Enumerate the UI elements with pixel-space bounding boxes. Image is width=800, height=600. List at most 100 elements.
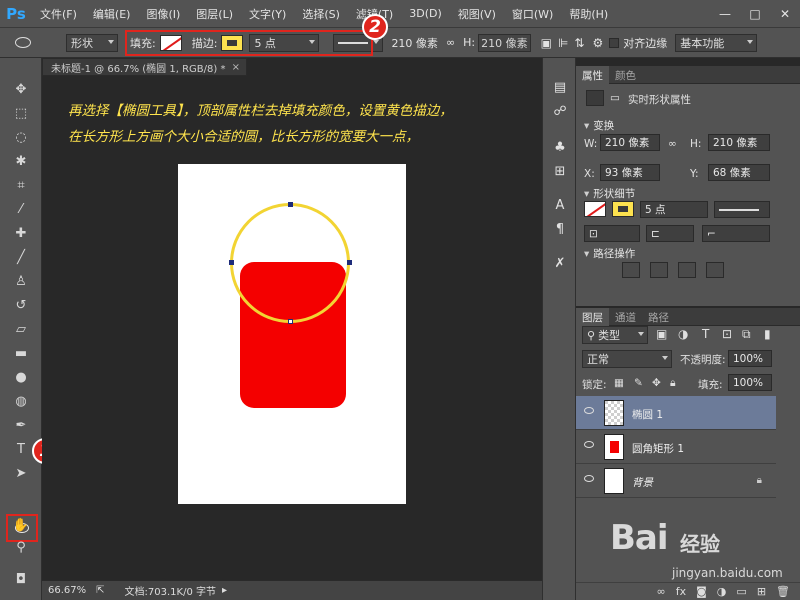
history-panel-icon[interactable]: ▤: [551, 78, 569, 96]
zoom-level[interactable]: 66.67%: [48, 585, 86, 596]
maximize-button[interactable]: □: [740, 0, 770, 28]
tool-preset-picker[interactable]: [0, 28, 46, 58]
properties-fill-swatch[interactable]: [584, 201, 606, 217]
arrange-icon[interactable]: ⇅: [574, 36, 584, 50]
tab-color[interactable]: 颜色: [609, 66, 642, 84]
fill-input[interactable]: 100%: [728, 374, 772, 391]
clone-stamp-tool-icon[interactable]: ♙: [12, 272, 30, 290]
width-input[interactable]: 210 像素: [600, 134, 660, 151]
character-panel-icon[interactable]: A: [551, 196, 569, 214]
link-icon[interactable]: ∞: [668, 138, 677, 150]
height-input[interactable]: 210 像素: [708, 134, 770, 151]
adjustment-filter-icon[interactable]: ◑: [678, 327, 688, 341]
gear-icon[interactable]: ⚙: [592, 36, 603, 50]
blend-mode-dropdown[interactable]: 正常: [582, 350, 672, 368]
filter-toggle-icon[interactable]: ▮: [764, 327, 771, 341]
tool-presets-panel-icon[interactable]: ✗: [551, 254, 569, 272]
status-menu-arrow-icon[interactable]: ▸: [222, 585, 227, 596]
properties-stroke-type[interactable]: [714, 201, 770, 218]
history-brush-tool-icon[interactable]: ↺: [12, 296, 30, 314]
close-tab-icon[interactable]: ×: [232, 62, 240, 73]
anchor-point-right[interactable]: [347, 260, 352, 265]
crop-tool-icon[interactable]: ⌗: [12, 176, 30, 194]
stroke-align-dropdown[interactable]: ⊡: [584, 225, 640, 242]
path-selection-tool-icon[interactable]: ➤: [12, 464, 30, 482]
dodge-tool-icon[interactable]: ◍: [12, 392, 30, 410]
subtract-front-button[interactable]: [650, 262, 668, 278]
exclude-overlap-button[interactable]: [706, 262, 724, 278]
type-filter-icon[interactable]: T: [702, 327, 709, 341]
stroke-cap-dropdown[interactable]: ⊏: [646, 225, 694, 242]
quick-mask-icon[interactable]: ◘: [12, 570, 30, 588]
menu-edit[interactable]: 编辑(E): [85, 0, 139, 28]
workspace-dropdown[interactable]: 基本功能: [675, 33, 758, 52]
lock-all-icon[interactable]: 🔒︎: [670, 377, 676, 390]
layer-row-rounded-rect[interactable]: 圆角矩形 1: [576, 430, 776, 464]
menu-view[interactable]: 视图(V): [450, 0, 504, 28]
layer-row-ellipse[interactable]: 椭圆 1: [576, 396, 776, 430]
magic-wand-tool-icon[interactable]: ✱: [12, 152, 30, 170]
paragraph-panel-icon[interactable]: ¶: [551, 220, 569, 238]
lock-transparency-icon[interactable]: ▦: [614, 377, 624, 389]
zoom-tool-icon[interactable]: ⚲: [12, 538, 30, 556]
lock-position-icon[interactable]: ✥: [652, 377, 661, 389]
menu-window[interactable]: 窗口(W): [504, 0, 561, 28]
healing-brush-tool-icon[interactable]: ✚: [12, 224, 30, 242]
layer-row-background[interactable]: 背景 🔒︎: [576, 464, 776, 498]
link-icon[interactable]: ∞: [446, 36, 455, 49]
path-ops-header[interactable]: 路径操作: [584, 246, 635, 261]
ellipse-shape[interactable]: [230, 203, 350, 323]
mode-dropdown[interactable]: 形状: [66, 33, 118, 52]
shape-filter-icon[interactable]: ⊡: [722, 327, 732, 341]
menu-layer[interactable]: 图层(L): [188, 0, 241, 28]
stroke-corner-dropdown[interactable]: ⌐: [702, 225, 770, 242]
align-icon[interactable]: ⊫: [558, 36, 568, 50]
transform-section-header[interactable]: 变换: [584, 118, 614, 133]
anchor-point-left[interactable]: [229, 260, 234, 265]
pen-tool-icon[interactable]: ✒: [12, 416, 30, 434]
visibility-eye-icon[interactable]: [584, 441, 594, 448]
path-ops-icon[interactable]: ▣: [541, 36, 552, 50]
move-tool-icon[interactable]: ✥: [12, 80, 30, 98]
layer-kind-filter[interactable]: ⚲ 类型: [582, 326, 648, 344]
tab-layers[interactable]: 图层: [576, 308, 609, 326]
minimize-button[interactable]: —: [710, 0, 740, 28]
anchor-point-top[interactable]: [288, 202, 293, 207]
close-button[interactable]: ✕: [770, 0, 800, 28]
visibility-eye-icon[interactable]: [584, 407, 594, 414]
eyedropper-tool-icon[interactable]: ⁄: [12, 200, 30, 218]
tab-properties[interactable]: 属性: [576, 66, 609, 84]
smart-object-filter-icon[interactable]: ⧉: [742, 327, 751, 342]
width-label[interactable]: 210 像素: [391, 35, 438, 51]
menu-select[interactable]: 选择(S): [294, 0, 348, 28]
lasso-tool-icon[interactable]: ◌: [12, 128, 30, 146]
height-input[interactable]: 210 像素: [478, 33, 531, 52]
menu-help[interactable]: 帮助(H): [561, 0, 616, 28]
shape-details-header[interactable]: 形状细节: [584, 186, 635, 201]
intersect-shapes-button[interactable]: [678, 262, 696, 278]
y-input[interactable]: 68 像素: [708, 164, 770, 181]
properties-stroke-width[interactable]: 5 点: [640, 201, 708, 218]
gradient-tool-icon[interactable]: ▬: [12, 344, 30, 362]
visibility-eye-icon[interactable]: [584, 475, 594, 482]
menu-image[interactable]: 图像(I): [138, 0, 188, 28]
clone-source-panel-icon[interactable]: ⊞: [551, 162, 569, 180]
tab-paths[interactable]: 路径: [642, 308, 675, 326]
menu-3d[interactable]: 3D(D): [401, 0, 450, 28]
x-input[interactable]: 93 像素: [600, 164, 660, 181]
brush-panel-icon[interactable]: ♣: [551, 138, 569, 156]
type-tool-icon[interactable]: T: [12, 440, 30, 458]
pixel-filter-icon[interactable]: ▣: [656, 327, 667, 341]
brush-tool-icon[interactable]: ╱: [12, 248, 30, 266]
eraser-tool-icon[interactable]: ▱: [12, 320, 30, 338]
menu-file[interactable]: 文件(F): [32, 0, 85, 28]
document-tab[interactable]: 未标题-1 @ 66.7% (椭圆 1, RGB/8) * ×: [42, 58, 247, 76]
export-icon[interactable]: ⇱: [96, 585, 104, 596]
blur-tool-icon[interactable]: ●: [12, 368, 30, 386]
tab-channels[interactable]: 通道: [609, 308, 642, 326]
combine-shapes-button[interactable]: [622, 262, 640, 278]
hand-tool-icon[interactable]: ✋: [12, 516, 30, 534]
lock-pixels-icon[interactable]: ✎: [634, 377, 643, 389]
properties-stroke-swatch[interactable]: [612, 201, 634, 217]
actions-panel-icon[interactable]: ☍: [551, 102, 569, 120]
